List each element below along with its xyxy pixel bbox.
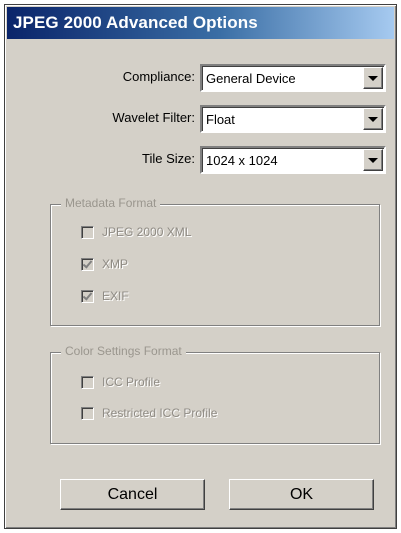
wavelet-filter-dropdown-button[interactable] [363,108,383,130]
icc-profile-label: ICC Profile [102,375,161,389]
color-settings-format-title: Color Settings Format [61,344,186,358]
chevron-down-icon [368,157,378,163]
tile-size-dropdown[interactable]: 1024 x 1024 [200,146,386,174]
wavelet-filter-value: Float [206,112,235,127]
icc-profile-option[interactable]: ICC Profile [81,375,160,389]
title-bar[interactable]: JPEG 2000 Advanced Options [7,7,394,39]
icc-profile-checkbox[interactable] [81,375,94,389]
compliance-dropdown-button[interactable] [363,67,383,89]
exif-label: EXIF [102,289,129,303]
metadata-format-title: Metadata Format [61,196,161,210]
tile-size-label: Tile Size: [142,151,195,166]
metadata-format-group: Metadata Format JPEG 2000 XML XMP EXIF [50,196,380,326]
jpeg2000-xml-option[interactable]: JPEG 2000 XML [81,225,191,239]
exif-option[interactable]: EXIF [81,289,129,303]
xmp-option[interactable]: XMP [81,257,128,271]
tile-size-dropdown-button[interactable] [363,149,383,171]
compliance-label: Compliance: [122,69,195,84]
xmp-checkbox[interactable] [81,257,94,271]
cancel-button[interactable]: Cancel [60,479,205,510]
jpeg2000-options-dialog: JPEG 2000 Advanced Options Compliance: G… [4,4,397,529]
restricted-icc-profile-label: Restricted ICC Profile [102,406,218,420]
color-settings-format-group: Color Settings Format ICC Profile Restri… [50,344,380,444]
compliance-dropdown[interactable]: General Device [200,64,386,92]
jpeg2000-xml-label: JPEG 2000 XML [102,225,192,239]
wavelet-filter-label: Wavelet Filter: [112,110,195,125]
window-title: JPEG 2000 Advanced Options [13,13,258,32]
wavelet-filter-dropdown[interactable]: Float [200,105,386,133]
exif-checkbox[interactable] [81,289,94,303]
restricted-icc-profile-option[interactable]: Restricted ICC Profile [81,406,217,420]
tile-size-value: 1024 x 1024 [206,153,278,168]
ok-button[interactable]: OK [229,479,374,510]
chevron-down-icon [368,116,378,122]
xmp-label: XMP [102,257,129,271]
compliance-value: General Device [206,71,296,86]
jpeg2000-xml-checkbox[interactable] [81,225,94,239]
chevron-down-icon [368,75,378,81]
restricted-icc-profile-checkbox[interactable] [81,406,94,420]
